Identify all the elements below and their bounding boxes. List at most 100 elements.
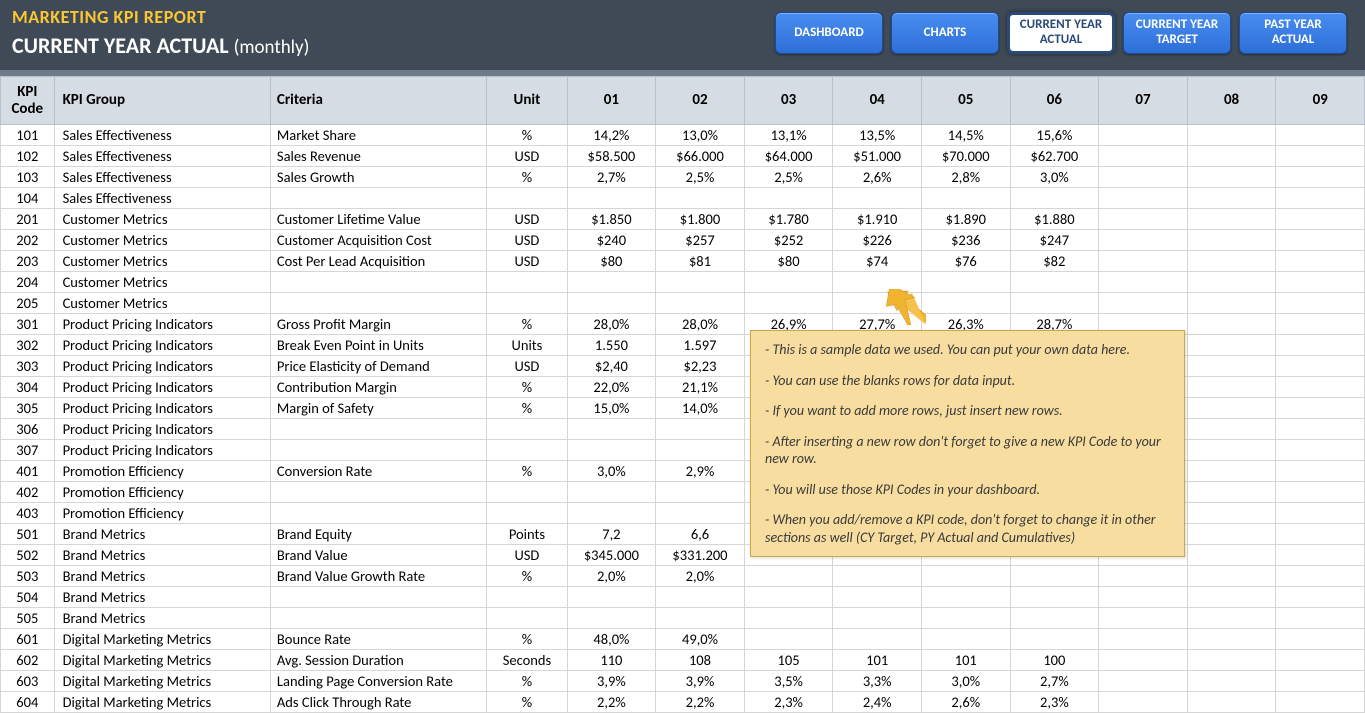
cell-unit[interactable]: % <box>487 629 567 650</box>
table-row[interactable]: 201Customer MetricsCustomer Lifetime Val… <box>1 209 1365 230</box>
cell-code[interactable]: 505 <box>1 608 55 629</box>
cell-month[interactable] <box>1276 335 1365 356</box>
cell-month[interactable]: $80 <box>567 251 656 272</box>
cell-month[interactable] <box>1276 125 1365 146</box>
cell-month[interactable] <box>833 608 922 629</box>
cell-month[interactable] <box>921 293 1010 314</box>
cell-month[interactable] <box>1276 503 1365 524</box>
cell-group[interactable]: Customer Metrics <box>54 272 270 293</box>
cell-criteria[interactable] <box>270 503 486 524</box>
cell-month[interactable] <box>1010 293 1099 314</box>
cell-criteria[interactable] <box>270 608 486 629</box>
cell-month[interactable] <box>1099 692 1188 713</box>
cell-month[interactable] <box>1276 377 1365 398</box>
cell-criteria[interactable]: Bounce Rate <box>270 629 486 650</box>
cell-month[interactable]: 101 <box>921 650 1010 671</box>
cell-month[interactable] <box>1187 125 1276 146</box>
cell-group[interactable]: Customer Metrics <box>54 209 270 230</box>
cell-unit[interactable]: % <box>487 461 567 482</box>
cell-month[interactable]: $76 <box>921 251 1010 272</box>
cell-month[interactable] <box>567 440 656 461</box>
cell-month[interactable] <box>1099 671 1188 692</box>
cell-month[interactable]: 15,6% <box>1010 125 1099 146</box>
cell-code[interactable]: 305 <box>1 398 55 419</box>
cell-month[interactable] <box>1187 188 1276 209</box>
cell-code[interactable]: 202 <box>1 230 55 251</box>
cell-code[interactable]: 301 <box>1 314 55 335</box>
cell-month[interactable] <box>1099 188 1188 209</box>
table-row[interactable]: 503Brand MetricsBrand Value Growth Rate%… <box>1 566 1365 587</box>
cell-month[interactable]: 49,0% <box>656 629 745 650</box>
cell-unit[interactable] <box>487 272 567 293</box>
cell-month[interactable]: $51.000 <box>833 146 922 167</box>
cell-group[interactable]: Product Pricing Indicators <box>54 335 270 356</box>
cell-month[interactable]: $1.850 <box>567 209 656 230</box>
cell-month[interactable]: $257 <box>656 230 745 251</box>
cell-code[interactable]: 101 <box>1 125 55 146</box>
cell-month[interactable] <box>833 272 922 293</box>
table-row[interactable]: 602Digital Marketing MetricsAvg. Session… <box>1 650 1365 671</box>
cell-month[interactable] <box>1276 419 1365 440</box>
cell-code[interactable]: 402 <box>1 482 55 503</box>
cell-month[interactable] <box>1276 692 1365 713</box>
cell-month[interactable] <box>1276 314 1365 335</box>
cell-month[interactable] <box>744 566 833 587</box>
cell-month[interactable] <box>744 608 833 629</box>
cell-unit[interactable]: Points <box>487 524 567 545</box>
cell-month[interactable] <box>1276 440 1365 461</box>
cell-month[interactable] <box>1010 188 1099 209</box>
cell-month[interactable] <box>1099 293 1188 314</box>
cell-month[interactable] <box>1276 293 1365 314</box>
cell-month[interactable]: $247 <box>1010 230 1099 251</box>
cell-month[interactable] <box>656 293 745 314</box>
cell-month[interactable] <box>1187 587 1276 608</box>
cell-month[interactable] <box>1187 419 1276 440</box>
cell-criteria[interactable]: Gross Profit Margin <box>270 314 486 335</box>
cell-month[interactable]: 3,5% <box>744 671 833 692</box>
table-row[interactable]: 601Digital Marketing MetricsBounce Rate%… <box>1 629 1365 650</box>
cell-code[interactable]: 604 <box>1 692 55 713</box>
cell-month[interactable] <box>1187 650 1276 671</box>
cell-criteria[interactable]: Cost Per Lead Acquisition <box>270 251 486 272</box>
cell-month[interactable] <box>1276 188 1365 209</box>
cell-month[interactable] <box>1187 566 1276 587</box>
cell-group[interactable]: Sales Effectiveness <box>54 188 270 209</box>
cell-group[interactable]: Brand Metrics <box>54 566 270 587</box>
cell-group[interactable]: Product Pricing Indicators <box>54 398 270 419</box>
cell-month[interactable] <box>656 272 745 293</box>
cell-criteria[interactable]: Brand Equity <box>270 524 486 545</box>
cell-month[interactable]: 2,5% <box>656 167 745 188</box>
cell-month[interactable]: 2,7% <box>567 167 656 188</box>
cell-criteria[interactable] <box>270 293 486 314</box>
cell-month[interactable] <box>921 629 1010 650</box>
table-row[interactable]: 604Digital Marketing MetricsAds Click Th… <box>1 692 1365 713</box>
cell-criteria[interactable] <box>270 440 486 461</box>
cell-month[interactable] <box>1187 692 1276 713</box>
cell-month[interactable] <box>1187 482 1276 503</box>
cell-group[interactable]: Customer Metrics <box>54 251 270 272</box>
cell-month[interactable] <box>1187 209 1276 230</box>
cell-month[interactable] <box>1276 671 1365 692</box>
cell-group[interactable]: Brand Metrics <box>54 608 270 629</box>
cell-unit[interactable]: USD <box>487 251 567 272</box>
cell-month[interactable] <box>1276 482 1365 503</box>
cell-month[interactable]: 108 <box>656 650 745 671</box>
cell-month[interactable] <box>1099 650 1188 671</box>
cell-month[interactable] <box>1187 251 1276 272</box>
cell-month[interactable] <box>1099 146 1188 167</box>
cell-unit[interactable]: % <box>487 398 567 419</box>
cell-criteria[interactable]: Landing Page Conversion Rate <box>270 671 486 692</box>
cell-group[interactable]: Promotion Efficiency <box>54 482 270 503</box>
cell-month[interactable] <box>921 272 1010 293</box>
cell-month[interactable] <box>1099 251 1188 272</box>
cell-code[interactable]: 306 <box>1 419 55 440</box>
cell-unit[interactable]: USD <box>487 545 567 566</box>
cell-month[interactable]: 105 <box>744 650 833 671</box>
cell-month[interactable]: $1.910 <box>833 209 922 230</box>
cell-month[interactable]: 2,6% <box>833 167 922 188</box>
cell-month[interactable] <box>1187 293 1276 314</box>
cell-month[interactable] <box>567 587 656 608</box>
cell-month[interactable]: 2,0% <box>656 566 745 587</box>
cell-month[interactable]: 101 <box>833 650 922 671</box>
cell-month[interactable]: 14,0% <box>656 398 745 419</box>
